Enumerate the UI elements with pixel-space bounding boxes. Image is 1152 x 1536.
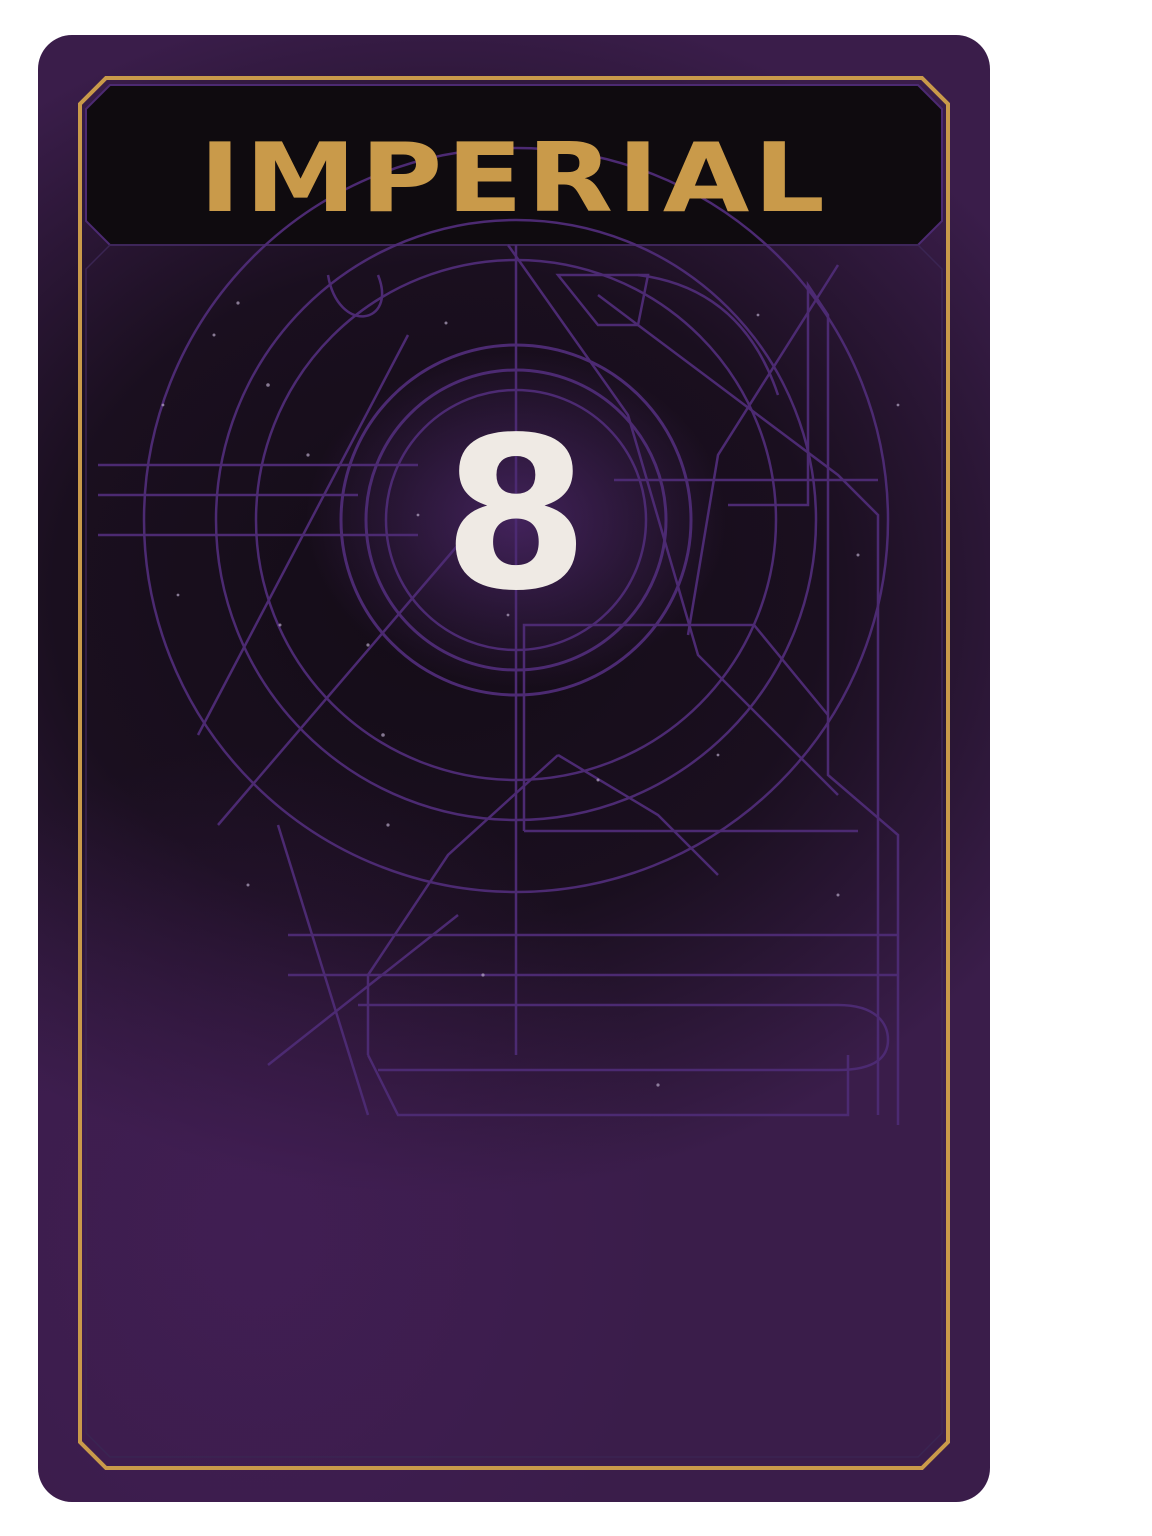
card-title: IMPERIAL: [199, 123, 829, 234]
card-value: 8: [442, 392, 590, 637]
imperial-card: IMPERIAL 8: [38, 35, 990, 1502]
gold-border: [78, 76, 950, 1470]
card-frame-art: [78, 76, 950, 1470]
